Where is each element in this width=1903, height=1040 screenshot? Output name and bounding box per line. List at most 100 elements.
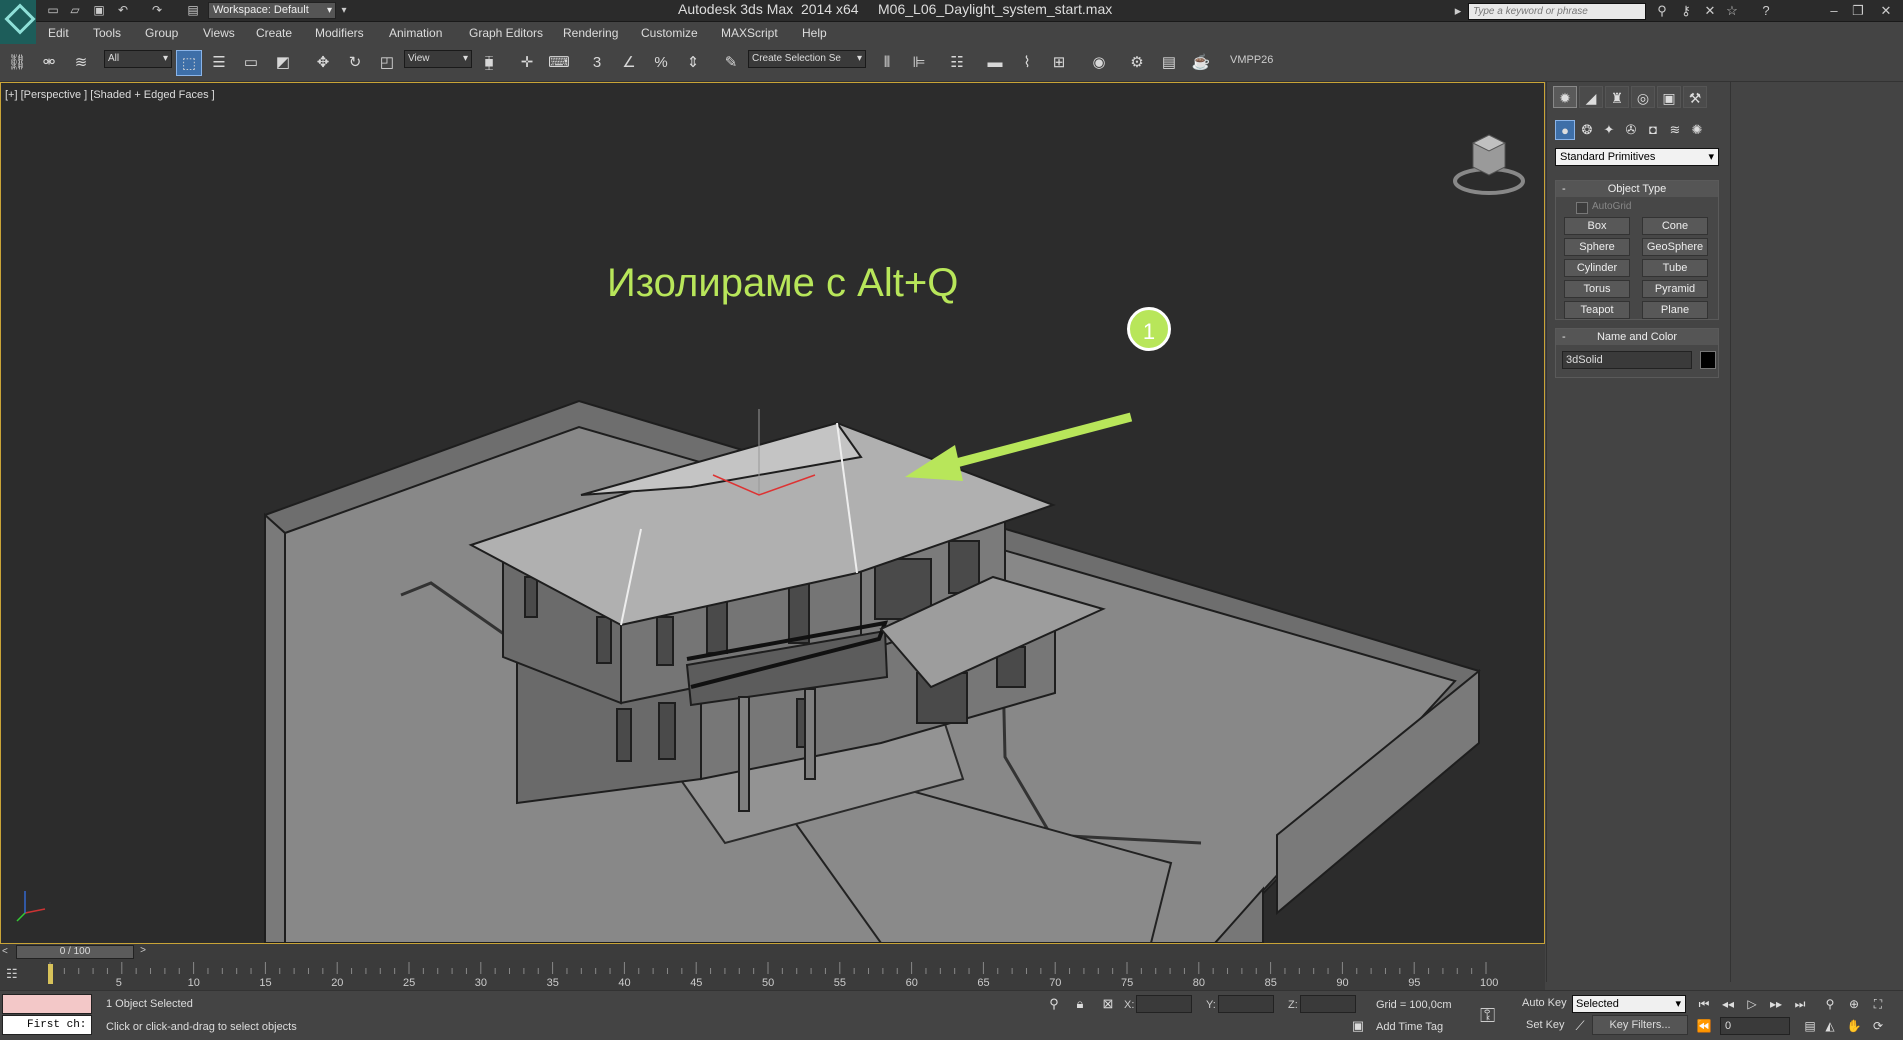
mirror-icon[interactable]: ⫴ [874, 50, 900, 76]
geosphere-button[interactable]: GeoSphere [1642, 238, 1708, 256]
rotate-icon[interactable]: ↻ [342, 50, 368, 76]
hierarchy-tab-icon[interactable]: ♜ [1605, 86, 1629, 108]
menu-create[interactable]: Create [256, 26, 292, 40]
unlink-icon[interactable]: ⚮ [36, 50, 62, 76]
set-keys-icon[interactable]: ⚿ [1480, 1005, 1495, 1028]
redo-icon[interactable]: ↷ [148, 2, 166, 19]
systems-icon[interactable]: ✺ [1687, 120, 1707, 140]
plane-button[interactable]: Plane [1642, 301, 1708, 319]
maxscript-listener-output[interactable] [2, 994, 92, 1014]
workspace-dropdown[interactable]: Workspace: Default [208, 2, 336, 19]
time-tag-icon[interactable]: ▣ [1348, 1017, 1368, 1035]
project-folder-icon[interactable]: ▤ [184, 2, 202, 19]
open-file-icon[interactable]: ▱ [66, 2, 84, 19]
zoom-icon[interactable]: ⚲ [1820, 995, 1840, 1013]
binoculars-icon[interactable]: ⚲ [1652, 2, 1672, 20]
time-slider-prev-icon[interactable]: < [2, 946, 14, 958]
default-in-out-tangents-icon[interactable]: ⟋ [1570, 1017, 1590, 1035]
key-filters-button[interactable]: Key Filters... [1592, 1015, 1688, 1035]
angle-snap-icon[interactable]: ∠ [616, 50, 642, 76]
z-coordinate-field[interactable] [1300, 995, 1356, 1013]
mini-curve-editor-icon[interactable]: ☷ [6, 966, 24, 982]
time-slider-thumb[interactable]: 0 / 100 [16, 945, 134, 959]
time-slider-next-icon[interactable]: > [136, 945, 150, 959]
menu-tools[interactable]: Tools [93, 26, 121, 40]
selection-region-icon[interactable]: ▭ [238, 50, 264, 76]
link-icon[interactable]: ⛓ [4, 50, 30, 76]
search-input[interactable]: Type a keyword or phrase [1468, 3, 1646, 20]
app-logo-icon[interactable] [0, 0, 36, 44]
play-icon[interactable]: ▷ [1742, 995, 1762, 1013]
primitive-type-dropdown[interactable]: Standard Primitives [1555, 148, 1719, 166]
previous-frame-icon[interactable]: ◂◂ [1718, 995, 1738, 1013]
zoom-extents-icon[interactable]: ⛶ [1868, 995, 1888, 1013]
orbit-icon[interactable]: ⟳ [1868, 1017, 1888, 1035]
cameras-icon[interactable]: ✇ [1621, 120, 1641, 140]
shapes-icon[interactable]: ❂ [1577, 120, 1597, 140]
ribbon-toggle-icon[interactable]: ▬ [982, 50, 1008, 76]
menu-group[interactable]: Group [145, 26, 178, 40]
motion-tab-icon[interactable]: ◎ [1631, 86, 1655, 108]
spinner-snap-icon[interactable]: ⇕ [680, 50, 706, 76]
reference-coordinate-dropdown[interactable]: View [404, 50, 472, 68]
time-slider[interactable]: < 0 / 100 > [0, 944, 1545, 960]
x-coordinate-field[interactable] [1136, 995, 1192, 1013]
helpers-icon[interactable]: ◘ [1643, 120, 1663, 140]
current-frame-marker[interactable] [48, 964, 53, 984]
viewport-label[interactable]: [+] [Perspective ] [Shaded + Edged Faces… [5, 89, 215, 101]
key-mode-toggle-icon[interactable]: ⏪ [1694, 1017, 1714, 1035]
menu-customize[interactable]: Customize [641, 26, 698, 40]
create-tab-icon[interactable]: ✹ [1553, 86, 1577, 108]
add-time-tag-button[interactable]: Add Time Tag [1376, 1021, 1443, 1033]
percent-snap-icon[interactable]: % [648, 50, 674, 76]
schematic-view-icon[interactable]: ⊞ [1046, 50, 1072, 76]
layer-manager-icon[interactable]: ☷ [944, 50, 970, 76]
cone-button[interactable]: Cone [1642, 217, 1708, 235]
subscription-icon[interactable]: ⚷ [1676, 2, 1696, 20]
sphere-button[interactable]: Sphere [1564, 238, 1630, 256]
material-editor-icon[interactable]: ◉ [1086, 50, 1112, 76]
menu-rendering[interactable]: Rendering [563, 26, 618, 40]
key-mode-dropdown[interactable]: Selected [1572, 995, 1686, 1013]
perspective-viewport[interactable]: [+] [Perspective ] [Shaded + Edged Faces… [0, 82, 1545, 944]
quick-access-dropdown-icon[interactable]: ▾ [338, 2, 350, 19]
tube-button[interactable]: Tube [1642, 259, 1708, 277]
menu-edit[interactable]: Edit [48, 26, 69, 40]
lights-icon[interactable]: ✦ [1599, 120, 1619, 140]
go-to-start-icon[interactable]: ⏮ [1694, 995, 1714, 1013]
render-production-icon[interactable]: ☕ [1188, 50, 1214, 76]
zoom-all-icon[interactable]: ⊕ [1844, 995, 1864, 1013]
menu-modifiers[interactable]: Modifiers [315, 26, 364, 40]
viewcube-icon[interactable] [1449, 123, 1529, 203]
menu-help[interactable]: Help [802, 26, 827, 40]
favorites-icon[interactable]: ☆ [1722, 2, 1742, 20]
geometry-icon[interactable]: ● [1555, 120, 1575, 140]
autogrid-checkbox[interactable]: AutoGrid [1575, 201, 1631, 214]
go-to-end-icon[interactable]: ⏭ [1790, 995, 1810, 1013]
object-color-swatch[interactable] [1700, 351, 1716, 369]
display-tab-icon[interactable]: ▣ [1657, 86, 1681, 108]
pan-view-icon[interactable]: ✋ [1844, 1017, 1864, 1035]
rendered-frame-window-icon[interactable]: ▤ [1156, 50, 1182, 76]
time-configuration-icon[interactable]: ▤ [1800, 1017, 1820, 1035]
close-icon[interactable]: ✕ [1876, 2, 1896, 20]
move-icon[interactable]: ✥ [310, 50, 336, 76]
bind-space-warp-icon[interactable]: ≋ [68, 50, 94, 76]
menu-maxscript[interactable]: MAXScript [721, 26, 778, 40]
isolate-selection-icon[interactable]: ⚲ [1044, 995, 1064, 1013]
restore-icon[interactable]: ❐ [1848, 2, 1868, 20]
minimize-icon[interactable]: – [1824, 2, 1844, 20]
field-of-view-icon[interactable]: ◭ [1820, 1017, 1840, 1035]
space-warps-icon[interactable]: ≋ [1665, 120, 1685, 140]
pivot-center-icon[interactable]: ⧯ [476, 50, 502, 76]
scale-icon[interactable]: ◰ [374, 50, 400, 76]
align-icon[interactable]: ⊫ [906, 50, 932, 76]
y-coordinate-field[interactable] [1218, 995, 1274, 1013]
menu-views[interactable]: Views [203, 26, 235, 40]
select-object-icon[interactable]: ⬚ [176, 50, 202, 76]
next-frame-icon[interactable]: ▸▸ [1766, 995, 1786, 1013]
cylinder-button[interactable]: Cylinder [1564, 259, 1630, 277]
window-crossing-icon[interactable]: ◩ [270, 50, 296, 76]
torus-button[interactable]: Torus [1564, 280, 1630, 298]
track-bar[interactable]: ☷ 5 10 15 20 25 30 35 40 45 50 55 60 65 70 75 80 85 90 95 1… [0, 960, 1545, 990]
